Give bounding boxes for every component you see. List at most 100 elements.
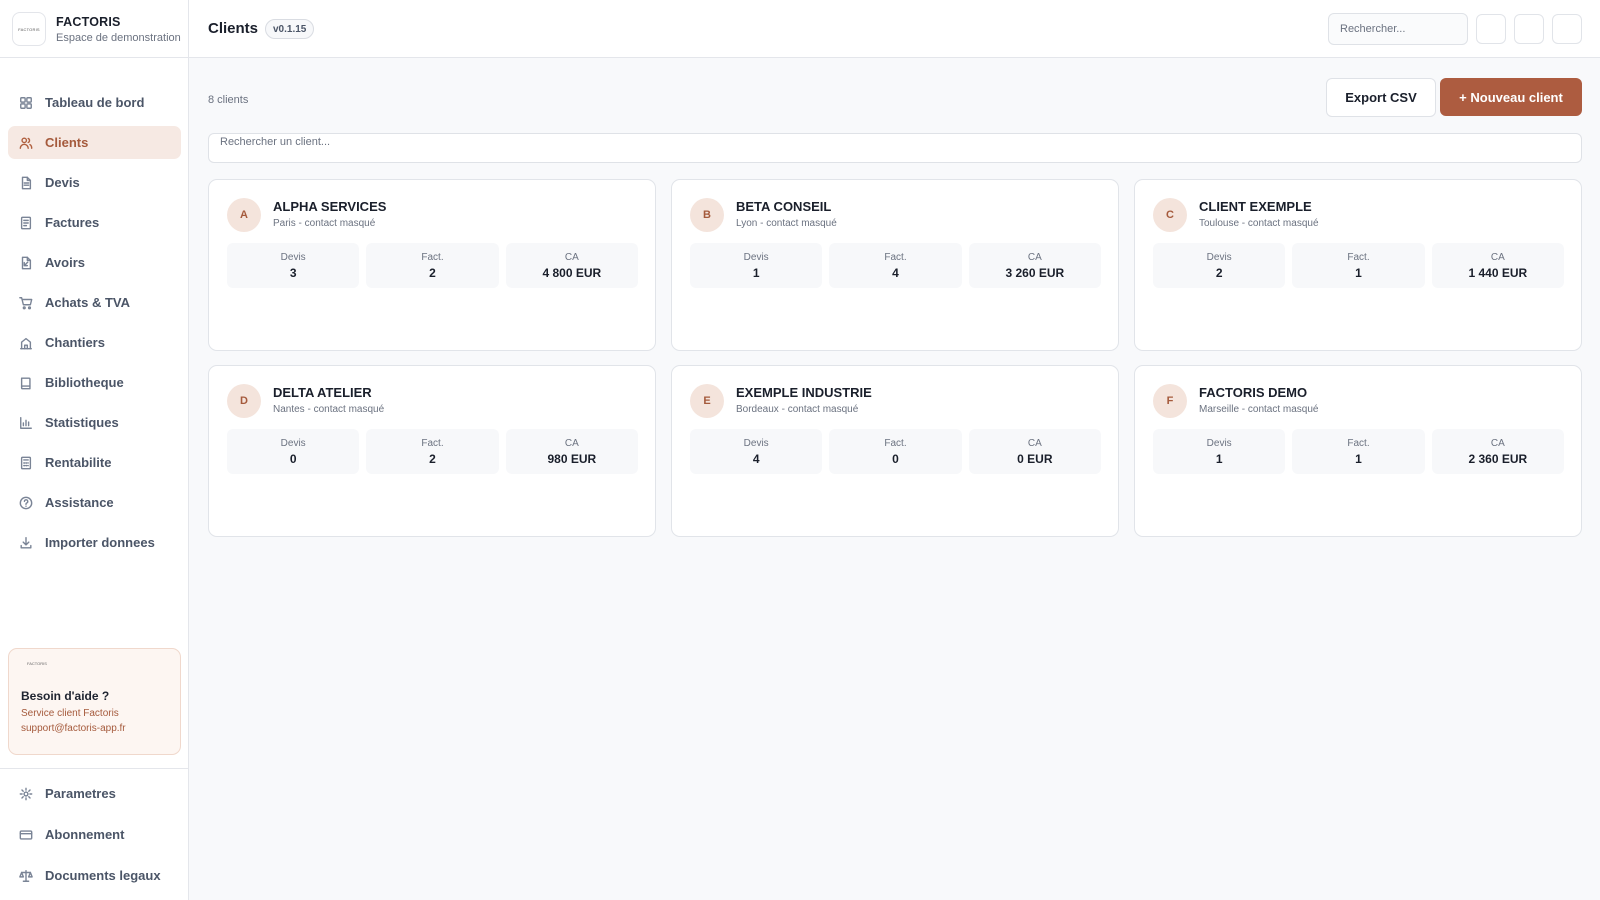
export-csv-button[interactable]: Export CSV [1326,78,1436,117]
sidebar-item-achats-tva[interactable]: Achats & TVA [8,286,181,319]
sidebar-item-label: Abonnement [45,827,125,842]
sidebar-item-label: Achats & TVA [45,295,130,310]
chart-icon [19,416,33,430]
client-name: FACTORIS DEMO [1199,385,1308,400]
stat-factures: Fact. 1 [1292,243,1425,288]
help-logo: FACTORIS [27,661,47,666]
client-stats: Devis 2 Fact. 1 CA 1 440 EUR [1153,243,1564,288]
divider [0,57,189,58]
client-card[interactable]: D DELTA ATELIER Nantes - contact masqué … [208,365,656,537]
client-location: Nantes - contact masqué [273,404,385,415]
brand[interactable]: FACTORIS FACTORIS Espace de demonstratio… [12,12,182,46]
sidebar-item-importer-donnees[interactable]: Importer donnees [8,526,181,559]
sidebar-item-label: Importer donnees [45,535,155,550]
invoice-icon [19,216,33,230]
stat-ca: CA 4 800 EUR [505,243,638,288]
client-card[interactable]: A ALPHA SERVICES Paris - contact masqué … [208,179,656,351]
client-location: Marseille - contact masqué [1199,404,1319,415]
client-stats: Devis 0 Fact. 2 CA 980 EUR [227,429,638,474]
avatar: C [1153,198,1187,232]
users-icon [19,136,33,150]
help-email-link[interactable]: support@factoris-app.fr [21,723,168,734]
sidebar-item-avoirs[interactable]: Avoirs [8,246,181,279]
topbar-button-2[interactable] [1514,14,1544,44]
sidebar-item-label: Statistiques [45,415,119,430]
avatar: F [1153,384,1187,418]
help-service: Service client Factoris [21,708,119,719]
client-stats: Devis 1 Fact. 4 CA 3 260 EUR [690,243,1101,288]
sidebar-item-abonnement[interactable]: Abonnement [8,818,181,851]
document-icon [19,176,33,190]
topbar-button-3[interactable] [1552,14,1582,44]
scale-icon [19,869,33,883]
stat-factures: Fact. 2 [366,243,499,288]
sidebar-item-clients[interactable]: Clients [8,126,181,159]
client-name: CLIENT EXEMPLE [1199,199,1312,214]
topbar-button-1[interactable] [1476,14,1506,44]
help-title: Besoin d'aide ? [21,689,110,703]
sidebar: FACTORIS FACTORIS Espace de demonstratio… [0,0,189,900]
sidebar-item-label: Parametres [45,786,116,801]
sidebar-item-statistiques[interactable]: Statistiques [8,406,181,439]
client-count: 8 clients [208,94,249,106]
client-stats: Devis 4 Fact. 0 CA 0 EUR [690,429,1101,474]
stat-ca: CA 1 440 EUR [1431,243,1564,288]
dashboard-icon [19,96,33,110]
client-card[interactable]: B BETA CONSEIL Lyon - contact masqué Dev… [671,179,1119,351]
client-name: ALPHA SERVICES [273,199,387,214]
sidebar-item-chantiers[interactable]: Chantiers [8,326,181,359]
sidebar-item-label: Avoirs [45,255,85,270]
divider [0,768,189,769]
global-search-input[interactable]: Rechercher... [1328,13,1468,45]
sidebar-item-assistance[interactable]: Assistance [8,486,181,519]
download-icon [19,536,33,550]
client-name: EXEMPLE INDUSTRIE [736,385,872,400]
client-location: Toulouse - contact masqué [1199,218,1319,229]
sidebar-item-documents-legaux[interactable]: Documents legaux [8,859,181,892]
stat-devis: Devis 1 [690,243,823,288]
sidebar-item-parametres[interactable]: Parametres [8,777,181,810]
client-name: DELTA ATELIER [273,385,372,400]
stat-ca: CA 0 EUR [968,429,1101,474]
sidebar-item-rentabilite[interactable]: Rentabilite [8,446,181,479]
stat-devis: Devis 2 [1153,243,1286,288]
cart-icon [19,296,33,310]
calculator-icon [19,456,33,470]
sidebar-item-factures[interactable]: Factures [8,206,181,239]
credit-note-icon [19,256,33,270]
stat-ca: CA 3 260 EUR [968,243,1101,288]
client-stats: Devis 1 Fact. 1 CA 2 360 EUR [1153,429,1564,474]
secondary-nav: Parametres Abonnement Documents legaux [8,777,181,900]
sidebar-item-label: Tableau de bord [45,95,145,110]
client-card[interactable]: E EXEMPLE INDUSTRIE Bordeaux - contact m… [671,365,1119,537]
stat-factures: Fact. 2 [366,429,499,474]
stat-ca: CA 2 360 EUR [1431,429,1564,474]
client-card[interactable]: F FACTORIS DEMO Marseille - contact masq… [1134,365,1582,537]
version-badge: v0.1.15 [265,19,315,39]
stat-devis: Devis 3 [227,243,360,288]
sidebar-item-label: Rentabilite [45,455,112,470]
client-location: Paris - contact masqué [273,218,376,229]
new-client-button[interactable]: + Nouveau client [1440,78,1582,116]
topbar: Clients v0.1.15 Rechercher... [189,0,1600,58]
credit-card-icon [19,828,33,842]
sidebar-item-label: Bibliotheque [45,375,124,390]
sidebar-item-label: Clients [45,135,89,150]
sidebar-item-devis[interactable]: Devis [8,166,181,199]
sidebar-item-tableau-de-bord[interactable]: Tableau de bord [8,86,181,119]
brand-subtitle: Espace de demonstration [56,31,181,44]
gear-icon [19,787,33,801]
client-location: Lyon - contact masqué [736,218,837,229]
help-circle-icon [19,496,33,510]
client-location: Bordeaux - contact masqué [736,404,859,415]
stat-devis: Devis 4 [690,429,823,474]
brand-name: FACTORIS [56,14,121,29]
client-search-input[interactable]: Rechercher un client... [208,133,1582,163]
help-card: FACTORIS Besoin d'aide ? Service client … [8,648,181,755]
sidebar-item-label: Factures [45,215,100,230]
sidebar-item-bibliotheque[interactable]: Bibliotheque [8,366,181,399]
stat-factures: Fact. 1 [1292,429,1425,474]
client-card[interactable]: C CLIENT EXEMPLE Toulouse - contact masq… [1134,179,1582,351]
building-icon [19,336,33,350]
client-stats: Devis 3 Fact. 2 CA 4 800 EUR [227,243,638,288]
